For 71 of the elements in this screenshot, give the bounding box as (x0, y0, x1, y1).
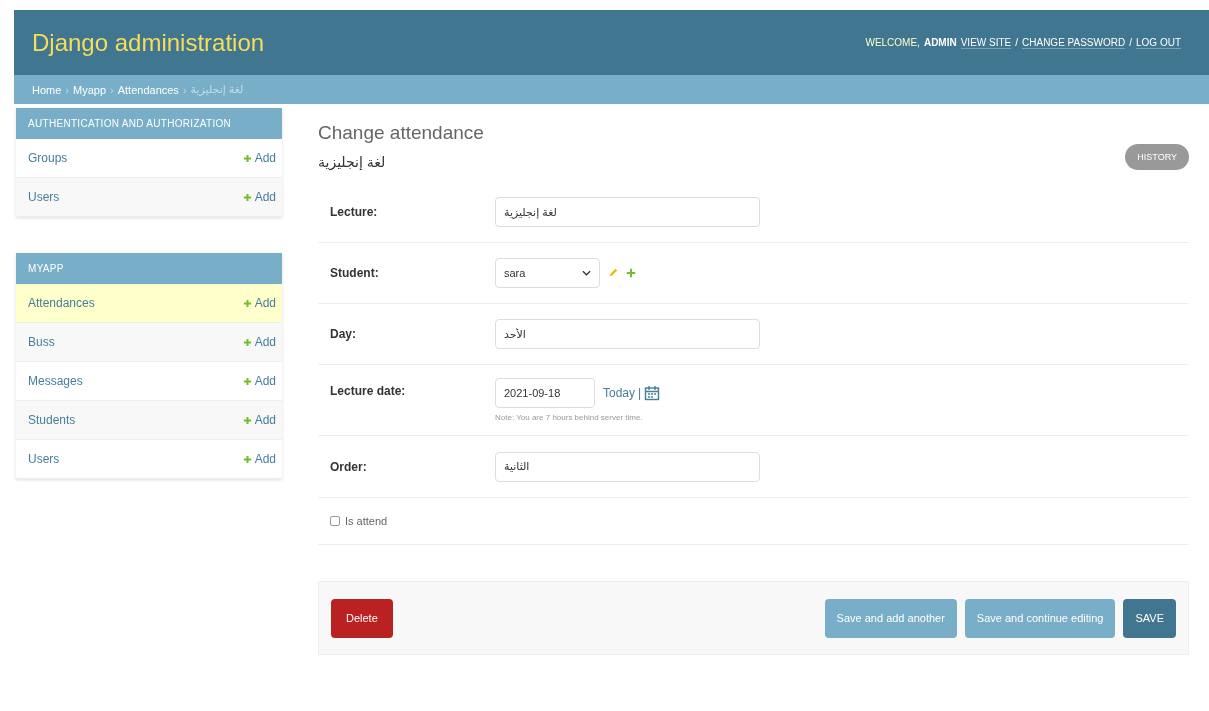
today-link[interactable]: Today (603, 386, 636, 400)
history-button[interactable]: HISTORY (1125, 144, 1189, 170)
model-row[interactable]: Attendances Add (16, 284, 282, 323)
model-row[interactable]: Groups Add (16, 139, 282, 178)
delete-button[interactable]: Delete (331, 598, 393, 638)
add-link[interactable]: Add (242, 413, 276, 427)
field-label: Lecture date: (330, 383, 407, 398)
site-title: Django administration (32, 28, 265, 57)
field-label: Student: (330, 266, 380, 280)
date-input[interactable]: 2021-09-18 (495, 378, 595, 408)
plus-icon[interactable] (626, 268, 636, 278)
model-link[interactable]: Users (28, 452, 60, 466)
model-link[interactable]: Users (28, 190, 60, 204)
student-select[interactable]: sara (495, 258, 600, 288)
breadcrumb-link[interactable]: Attendances (117, 83, 179, 96)
plus-icon (242, 454, 252, 464)
text-input[interactable]: لغة إنجليزية (495, 197, 760, 227)
breadcrumb-separator: › (182, 83, 187, 96)
plus-icon (242, 192, 252, 202)
link-separator: / (1129, 37, 1132, 48)
module-caption: MYAPP (16, 253, 282, 284)
save-button[interactable]: Save and continue editing (964, 598, 1116, 638)
add-link[interactable]: Add (242, 296, 276, 310)
checkbox[interactable] (330, 516, 340, 526)
model-row[interactable]: Students Add (16, 401, 282, 440)
breadcrumb-link[interactable]: Myapp (73, 83, 107, 96)
add-link[interactable]: Add (242, 374, 276, 388)
model-row[interactable]: Buss Add (16, 323, 282, 362)
module-caption: AUTHENTICATION AND AUTHORIZATION (16, 108, 282, 139)
save-button[interactable]: Save and add another (824, 598, 957, 638)
field-label: Lecture: (330, 205, 379, 219)
welcome-text: WELCOME, (865, 37, 920, 48)
model-link[interactable]: Messages (28, 374, 83, 388)
model-row[interactable]: Users Add (16, 440, 282, 479)
breadcrumb-current: لغة إنجليزية (190, 83, 244, 96)
user-name: ADMIN (923, 37, 957, 48)
header-link[interactable]: VIEW SITE (960, 36, 1012, 49)
text-input[interactable]: الثانية (495, 451, 760, 482)
calendar-icon[interactable] (644, 385, 661, 401)
pencil-icon[interactable] (608, 268, 618, 278)
field-label: Order: (330, 459, 368, 474)
model-link[interactable]: Buss (28, 335, 55, 349)
model-link[interactable]: Attendances (28, 296, 95, 310)
plus-icon (242, 298, 252, 308)
link-separator: / (1015, 37, 1019, 48)
plus-icon (242, 376, 252, 386)
plus-icon (242, 337, 252, 347)
model-link[interactable]: Students (28, 413, 76, 427)
help-text: Note: You are 7 hours behind server time. (495, 413, 644, 422)
breadcrumb-separator: › (110, 83, 114, 96)
checkbox-label: Is attend (345, 515, 388, 527)
page-title: Change attendance (318, 122, 484, 144)
breadcrumb-separator: › (65, 83, 69, 96)
text-input[interactable]: الأحد (495, 319, 760, 349)
plus-icon (242, 153, 252, 163)
save-button[interactable]: SAVE (1123, 598, 1176, 638)
add-link[interactable]: Add (242, 151, 276, 165)
model-row[interactable]: Messages Add (16, 362, 282, 401)
add-link[interactable]: Add (242, 452, 276, 466)
add-link[interactable]: Add (242, 190, 276, 204)
plus-icon (242, 415, 252, 425)
breadcrumb-link[interactable]: Home (32, 83, 62, 96)
add-link[interactable]: Add (242, 335, 276, 349)
field-label: Day: (330, 327, 357, 341)
model-link[interactable]: Groups (28, 151, 68, 165)
header-link[interactable]: CHANGE PASSWORD (1022, 36, 1126, 49)
link-separator: | (638, 386, 642, 400)
object-title: لغة إنجليزية (318, 154, 386, 170)
header-link[interactable]: LOG OUT (1136, 36, 1181, 49)
model-row[interactable]: Users Add (16, 178, 282, 217)
caret-icon (582, 270, 591, 276)
